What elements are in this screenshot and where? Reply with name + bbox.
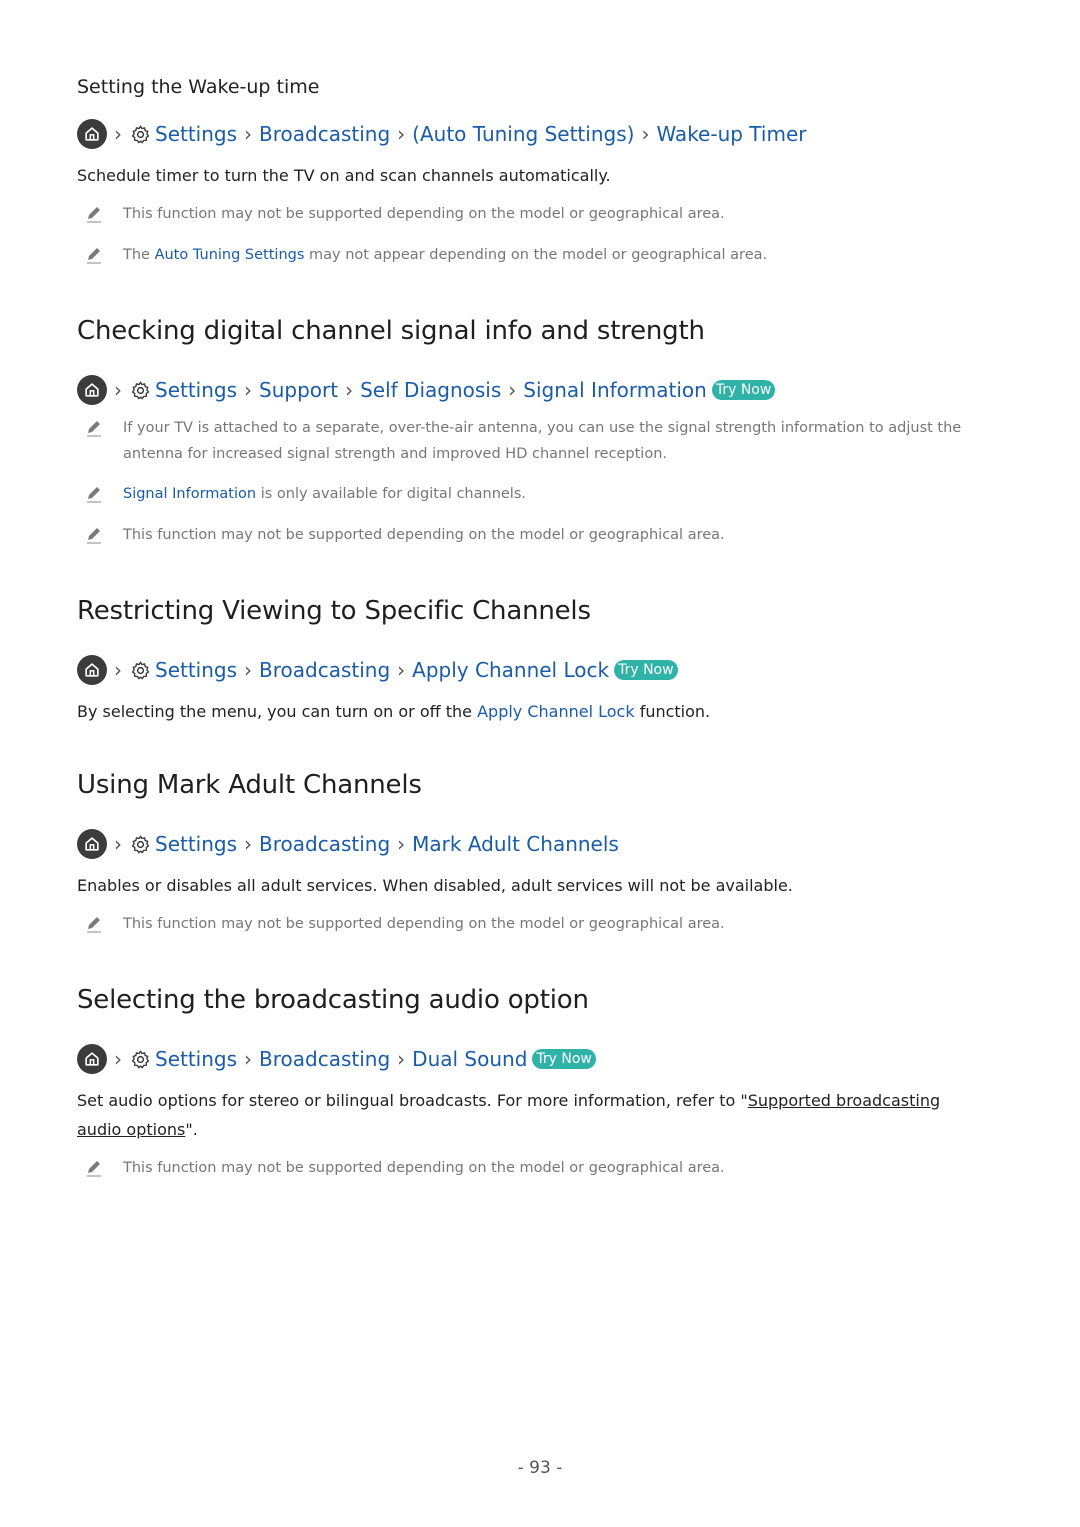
note-text-pre: The [123, 247, 155, 263]
apply-channel-lock-link[interactable]: Apply Channel Lock [477, 702, 635, 721]
chevron-right-icon: › [244, 1047, 253, 1071]
home-icon[interactable] [77, 829, 107, 859]
breadcrumb-broadcasting[interactable]: Broadcasting [259, 832, 390, 856]
note-text-post: may not appear depending on the model or… [304, 247, 768, 263]
paren-open: ( [412, 122, 420, 146]
chevron-right-icon: › [114, 378, 122, 402]
breadcrumb-settings[interactable]: Settings [155, 122, 237, 146]
breadcrumb-apply-channel-lock[interactable]: Apply Channel Lock [412, 658, 609, 682]
note-item: If your TV is attached to a separate, ov… [84, 415, 1004, 467]
heading-audio: Selecting the broadcasting audio option [77, 985, 589, 1015]
note-item: The Auto Tuning Settings may not appear … [84, 242, 1004, 274]
breadcrumb-settings[interactable]: Settings [155, 378, 237, 402]
note-text: This function may not be supported depen… [123, 206, 725, 222]
gear-icon [129, 379, 151, 401]
pencil-icon [84, 242, 123, 274]
paren-close: ) [626, 122, 635, 146]
try-now-button[interactable]: Try Now [532, 1049, 596, 1069]
chevron-right-icon: › [397, 1047, 406, 1071]
breadcrumb-dual-sound[interactable]: Dual Sound [412, 1047, 527, 1071]
adult-description: Enables or disables all adult services. … [77, 876, 793, 895]
note-item: Signal Information is only available for… [84, 481, 1004, 513]
note-text: This function may not be supported depen… [123, 527, 725, 543]
chevron-right-icon: › [114, 1047, 122, 1071]
chevron-right-icon: › [114, 122, 122, 146]
home-icon[interactable] [77, 1044, 107, 1074]
chevron-right-icon: › [114, 832, 122, 856]
note-item: This function may not be supported depen… [84, 201, 1004, 233]
note-item: This function may not be supported depen… [84, 522, 1004, 554]
chevron-right-icon: › [244, 122, 253, 146]
pencil-icon [84, 415, 123, 467]
breadcrumb-adult: › Settings › Broadcasting › Mark Adult C… [77, 828, 619, 860]
breadcrumb-auto-tuning-settings[interactable]: Auto Tuning Settings [420, 122, 627, 146]
wakeup-description: Schedule timer to turn the TV on and sca… [77, 166, 611, 185]
note-text: This function may not be supported depen… [123, 1160, 725, 1176]
heading-signal: Checking digital channel signal info and… [77, 316, 705, 346]
breadcrumb-support[interactable]: Support [259, 378, 338, 402]
note-text: Signal Information is only available for… [123, 481, 526, 513]
body-text-post: function. [634, 702, 711, 721]
breadcrumb-signal: › Settings › Support › Self Diagnosis › … [77, 374, 776, 406]
gear-icon [129, 1048, 151, 1070]
try-now-button[interactable]: Try Now [711, 380, 776, 400]
signal-information-link[interactable]: Signal Information [123, 486, 256, 502]
note-text: The Auto Tuning Settings may not appear … [123, 242, 767, 274]
subheading-wakeup: Setting the Wake-up time [77, 76, 320, 98]
breadcrumb-signal-information[interactable]: Signal Information [523, 378, 707, 402]
auto-tuning-settings-link[interactable]: Auto Tuning Settings [155, 247, 305, 263]
breadcrumb-mark-adult-channels[interactable]: Mark Adult Channels [412, 832, 619, 856]
page-number: - 93 - [517, 1458, 563, 1478]
home-icon[interactable] [77, 119, 107, 149]
breadcrumb-settings[interactable]: Settings [155, 658, 237, 682]
pencil-icon [84, 201, 123, 233]
breadcrumb-broadcasting[interactable]: Broadcasting [259, 658, 390, 682]
chevron-right-icon: › [508, 378, 517, 402]
body-text-post: ". [185, 1120, 198, 1139]
heading-restrict: Restricting Viewing to Specific Channels [77, 596, 591, 626]
home-icon[interactable] [77, 375, 107, 405]
breadcrumb-self-diagnosis[interactable]: Self Diagnosis [360, 378, 501, 402]
pencil-icon [84, 911, 123, 943]
note-text: This function may not be supported depen… [123, 916, 725, 932]
pencil-icon [84, 481, 123, 513]
pencil-icon [84, 522, 123, 554]
audio-description: Set audio options for stereo or bilingua… [77, 1086, 987, 1144]
chevron-right-icon: › [397, 832, 406, 856]
body-text-pre: By selecting the menu, you can turn on o… [77, 702, 478, 721]
breadcrumb-audio: › Settings › Broadcasting › Dual Sound T… [77, 1043, 596, 1075]
breadcrumb-settings[interactable]: Settings [155, 832, 237, 856]
note-text: If your TV is attached to a separate, ov… [123, 420, 962, 462]
heading-adult: Using Mark Adult Channels [77, 770, 422, 800]
chevron-right-icon: › [345, 378, 354, 402]
breadcrumb-broadcasting[interactable]: Broadcasting [259, 1047, 390, 1071]
note-item: This function may not be supported depen… [84, 1155, 1004, 1187]
chevron-right-icon: › [244, 832, 253, 856]
breadcrumb-restrict: › Settings › Broadcasting › Apply Channe… [77, 654, 678, 686]
breadcrumb-broadcasting[interactable]: Broadcasting [259, 122, 390, 146]
body-text-pre: Set audio options for stereo or bilingua… [77, 1091, 748, 1110]
chevron-right-icon: › [244, 378, 253, 402]
chevron-right-icon: › [397, 122, 406, 146]
chevron-right-icon: › [114, 658, 122, 682]
note-item: This function may not be supported depen… [84, 911, 1004, 943]
chevron-right-icon: › [397, 658, 406, 682]
try-now-button[interactable]: Try Now [614, 660, 678, 680]
home-icon[interactable] [77, 655, 107, 685]
pencil-icon [84, 1155, 123, 1187]
gear-icon [129, 833, 151, 855]
breadcrumb-wakeup: › Settings › Broadcasting › (Auto Tuning… [77, 118, 806, 150]
gear-icon [129, 123, 151, 145]
breadcrumb-settings[interactable]: Settings [155, 1047, 237, 1071]
chevron-right-icon: › [641, 122, 650, 146]
restrict-description: By selecting the menu, you can turn on o… [77, 697, 1007, 726]
chevron-right-icon: › [244, 658, 253, 682]
gear-icon [129, 659, 151, 681]
note-text-post: is only available for digital channels. [256, 486, 526, 502]
breadcrumb-wakeup-timer[interactable]: Wake-up Timer [656, 122, 806, 146]
